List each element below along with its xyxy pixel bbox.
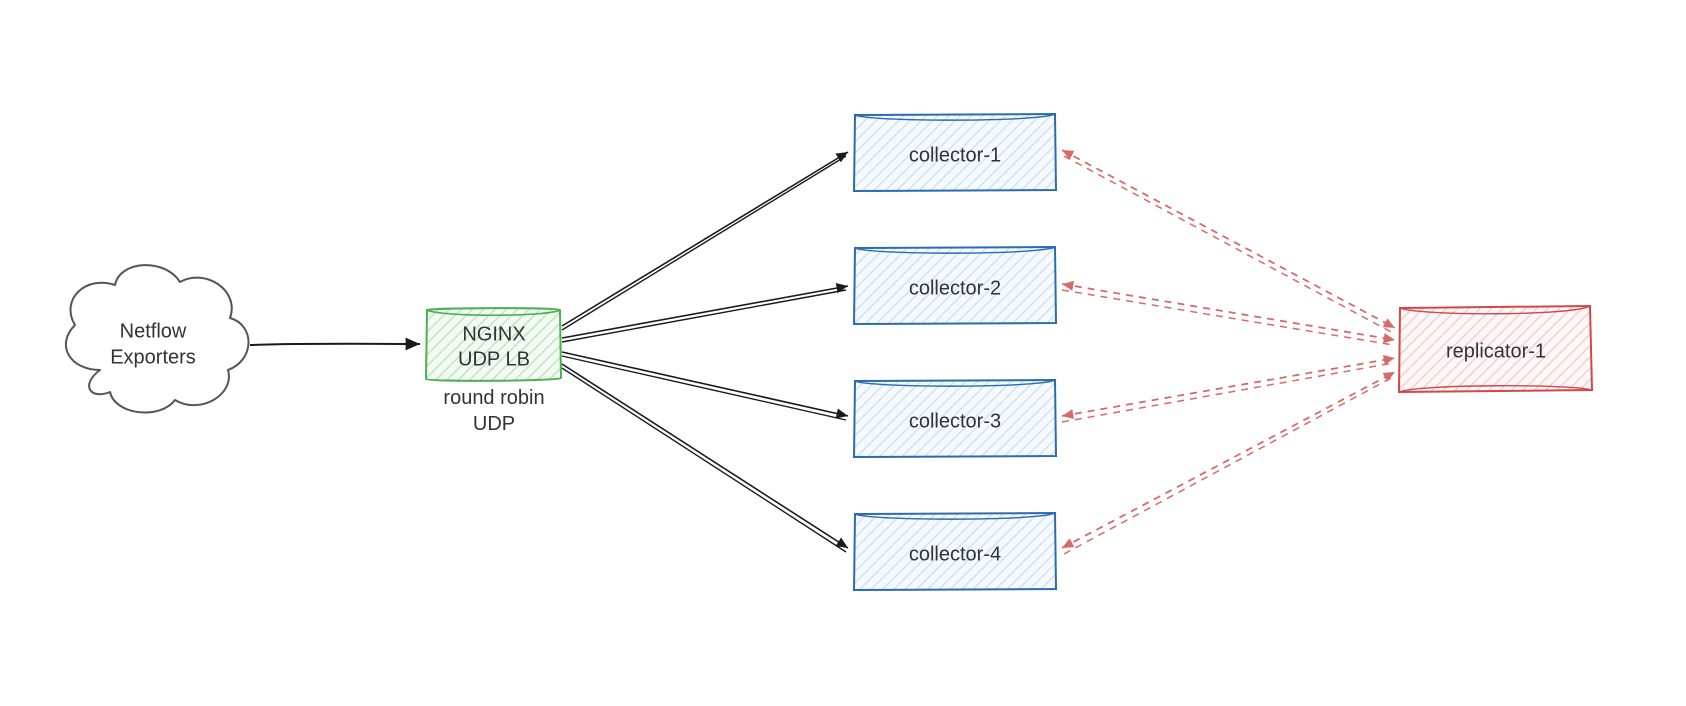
node-netflow-exporters: Netflow Exporters (66, 265, 249, 412)
edge-exporters-to-nginx (250, 344, 420, 345)
nginx-sublabel-2: UDP (473, 413, 515, 435)
edge-collector-2-to-replicator (1062, 284, 1395, 345)
edge-nginx-to-collector-3 (562, 352, 848, 420)
node-collector-3: collector-3 (854, 380, 1056, 457)
collector-1-label: collector-1 (909, 144, 1001, 166)
nginx-label-1: NGINX (462, 323, 525, 345)
collector-2-label: collector-2 (909, 277, 1001, 299)
edge-nginx-to-collector-1 (562, 152, 848, 330)
edge-collector-4-to-replicator (1062, 372, 1395, 554)
edge-collector-3-to-replicator (1062, 358, 1395, 422)
replicator-1-label: replicator-1 (1446, 340, 1546, 362)
nginx-label-2: UDP LB (458, 348, 530, 370)
exporters-label-1: Netflow (120, 320, 187, 342)
edge-collector-1-to-replicator (1062, 150, 1395, 333)
node-collector-4: collector-4 (854, 513, 1056, 590)
node-replicator-1: replicator-1 (1399, 306, 1592, 392)
collector-4-label: collector-4 (909, 543, 1001, 565)
node-nginx-lb: NGINX UDP LB round robin UDP (426, 308, 561, 435)
edge-nginx-to-collector-2 (562, 286, 848, 342)
diagram-canvas: Netflow Exporters NGINX UDP LB round rob… (0, 0, 1686, 706)
collector-3-label: collector-3 (909, 410, 1001, 432)
exporters-label-2: Exporters (110, 346, 196, 368)
node-collector-2: collector-2 (854, 247, 1056, 324)
node-collector-1: collector-1 (854, 114, 1056, 191)
edge-nginx-to-collector-4 (562, 364, 848, 552)
nginx-sublabel-1: round robin (443, 387, 544, 409)
